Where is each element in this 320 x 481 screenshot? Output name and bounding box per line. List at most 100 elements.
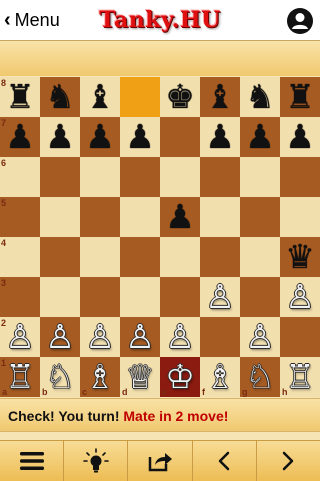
black-knight[interactable]: ♞ xyxy=(240,77,280,117)
square-h1[interactable]: h ♖ xyxy=(280,357,320,397)
black-pawn[interactable]: ♟ xyxy=(200,117,240,157)
square-c8[interactable]: ♝ xyxy=(80,77,120,117)
square-a6[interactable]: 6 xyxy=(0,157,40,197)
square-b5[interactable] xyxy=(40,197,80,237)
square-h5[interactable] xyxy=(280,197,320,237)
square-e8[interactable]: ♚ xyxy=(160,77,200,117)
black-bishop[interactable]: ♝ xyxy=(80,77,120,117)
square-b7[interactable]: ♟ xyxy=(40,117,80,157)
square-f3[interactable]: ♙ xyxy=(200,277,240,317)
file-label: e xyxy=(162,387,168,397)
white-pawn[interactable]: ♙ xyxy=(120,317,160,357)
square-d2[interactable]: ♙ xyxy=(120,317,160,357)
black-pawn[interactable]: ♟ xyxy=(120,117,160,157)
square-d7[interactable]: ♟ xyxy=(120,117,160,157)
black-rook[interactable]: ♜ xyxy=(280,77,320,117)
square-a3[interactable]: 3 xyxy=(0,277,40,317)
white-pawn[interactable]: ♙ xyxy=(280,277,320,317)
square-c5[interactable] xyxy=(80,197,120,237)
header-band xyxy=(0,42,320,76)
square-c3[interactable] xyxy=(80,277,120,317)
file-label: f xyxy=(202,387,205,397)
square-d5[interactable] xyxy=(120,197,160,237)
square-h7[interactable]: ♟ xyxy=(280,117,320,157)
white-pawn[interactable]: ♙ xyxy=(160,317,200,357)
white-pawn[interactable]: ♙ xyxy=(80,317,120,357)
square-g5[interactable] xyxy=(240,197,280,237)
square-h2[interactable] xyxy=(280,317,320,357)
square-a5[interactable]: 5 xyxy=(0,197,40,237)
white-bishop[interactable]: ♗ xyxy=(200,357,240,397)
square-d1[interactable]: d ♕ xyxy=(120,357,160,397)
rank-label: 5 xyxy=(1,198,7,208)
square-f1[interactable]: f ♗ xyxy=(200,357,240,397)
square-e7[interactable] xyxy=(160,117,200,157)
black-pawn[interactable]: ♟ xyxy=(80,117,120,157)
white-pawn[interactable]: ♙ xyxy=(200,277,240,317)
square-b6[interactable] xyxy=(40,157,80,197)
white-pawn[interactable]: ♙ xyxy=(240,317,280,357)
square-g8[interactable]: ♞ xyxy=(240,77,280,117)
square-b4[interactable] xyxy=(40,237,80,277)
square-g2[interactable]: ♙ xyxy=(240,317,280,357)
black-king[interactable]: ♚ xyxy=(160,77,200,117)
square-g4[interactable] xyxy=(240,237,280,277)
menu-label: Menu xyxy=(14,9,60,30)
share-button[interactable] xyxy=(128,441,193,481)
square-h6[interactable] xyxy=(280,157,320,197)
black-bishop[interactable]: ♝ xyxy=(200,77,240,117)
square-e3[interactable] xyxy=(160,277,200,317)
chevron-left-icon xyxy=(218,451,230,471)
square-b8[interactable]: ♞ xyxy=(40,77,80,117)
square-b2[interactable]: ♙ xyxy=(40,317,80,357)
square-e5[interactable]: ♟ xyxy=(160,197,200,237)
user-account-button[interactable] xyxy=(286,7,314,35)
black-pawn[interactable]: ♟ xyxy=(160,197,200,237)
menu-back-button[interactable]: ‹ Menu xyxy=(4,7,60,33)
square-c6[interactable] xyxy=(80,157,120,197)
square-a8[interactable]: 8 ♜ xyxy=(0,77,40,117)
square-c4[interactable] xyxy=(80,237,120,277)
square-g6[interactable] xyxy=(240,157,280,197)
black-pawn[interactable]: ♟ xyxy=(40,117,80,157)
menu-button[interactable] xyxy=(0,441,65,481)
next-move-button[interactable] xyxy=(257,441,320,481)
black-pawn[interactable]: ♟ xyxy=(240,117,280,157)
square-f2[interactable] xyxy=(200,317,240,357)
square-f7[interactable]: ♟ xyxy=(200,117,240,157)
square-e6[interactable] xyxy=(160,157,200,197)
hint-button[interactable] xyxy=(64,441,129,481)
previous-move-button[interactable] xyxy=(193,441,257,481)
square-d4[interactable] xyxy=(120,237,160,277)
square-f8[interactable]: ♝ xyxy=(200,77,240,117)
square-d6[interactable] xyxy=(120,157,160,197)
square-h8[interactable]: ♜ xyxy=(280,77,320,117)
square-g1[interactable]: g ♘ xyxy=(240,357,280,397)
square-e2[interactable]: ♙ xyxy=(160,317,200,357)
square-a1[interactable]: 1 a ♖ xyxy=(0,357,40,397)
square-g7[interactable]: ♟ xyxy=(240,117,280,157)
square-a4[interactable]: 4 xyxy=(0,237,40,277)
square-f5[interactable] xyxy=(200,197,240,237)
square-c7[interactable]: ♟ xyxy=(80,117,120,157)
square-d8[interactable] xyxy=(120,77,160,117)
square-b1[interactable]: b ♘ xyxy=(40,357,80,397)
square-d3[interactable] xyxy=(120,277,160,317)
square-c1[interactable]: c ♗ xyxy=(80,357,120,397)
black-pawn[interactable]: ♟ xyxy=(280,117,320,157)
square-c2[interactable]: ♙ xyxy=(80,317,120,357)
white-pawn[interactable]: ♙ xyxy=(40,317,80,357)
square-e1[interactable]: e ♔ xyxy=(160,357,200,397)
square-g3[interactable] xyxy=(240,277,280,317)
black-knight[interactable]: ♞ xyxy=(40,77,80,117)
square-e4[interactable] xyxy=(160,237,200,277)
chess-board[interactable]: 8 ♜ ♞ ♝ ♚ ♝ ♞ ♜ 7 ♟ ♟ ♟ ♟ ♟ ♟ ♟ 6 5 ♟ 4 ♛ 3 ♙ ♙ 2 ♙ ♙ ♙ ♙ ♙ ♙ 1 a ♖ b ♘ c ♗ d ♕… xyxy=(0,77,320,397)
square-h3[interactable]: ♙ xyxy=(280,277,320,317)
square-a7[interactable]: 7 ♟ xyxy=(0,117,40,157)
square-h4[interactable]: ♛ xyxy=(280,237,320,277)
square-a2[interactable]: 2 ♙ xyxy=(0,317,40,357)
square-b3[interactable] xyxy=(40,277,80,317)
square-f4[interactable] xyxy=(200,237,240,277)
black-queen[interactable]: ♛ xyxy=(280,237,320,277)
square-f6[interactable] xyxy=(200,157,240,197)
